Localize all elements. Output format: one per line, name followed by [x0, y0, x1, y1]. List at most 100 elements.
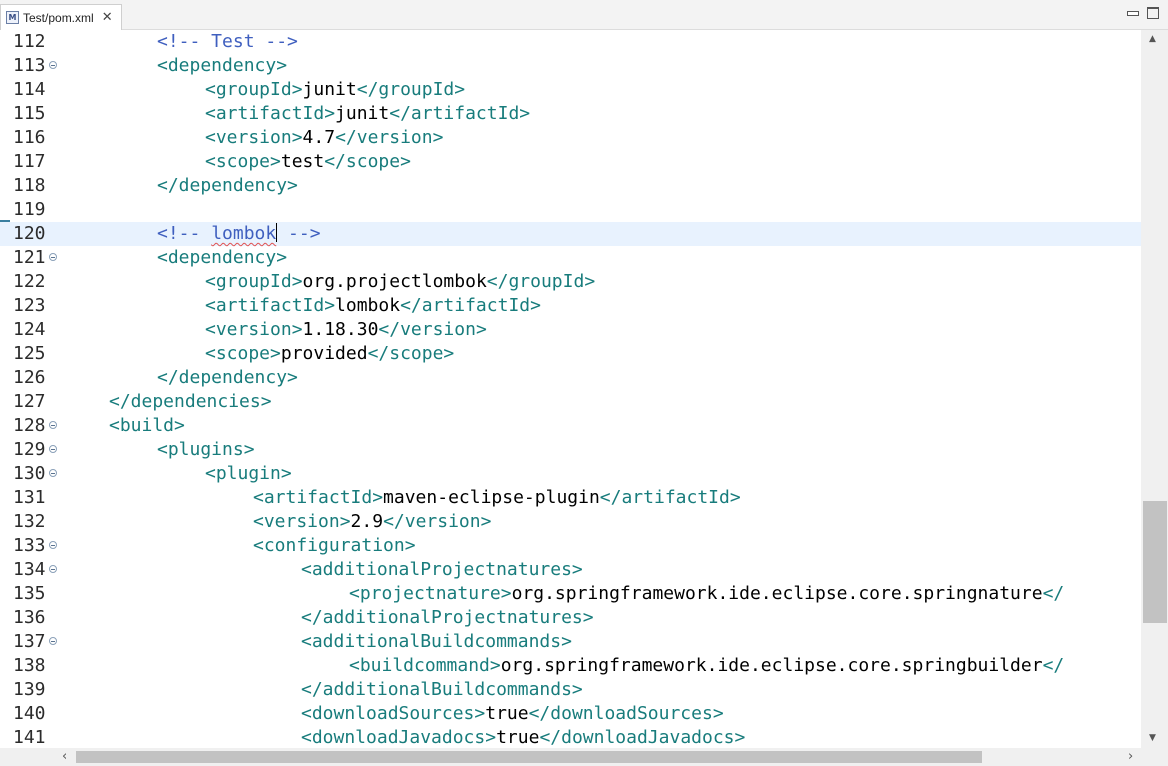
code-line[interactable]: 121 <dependency>: [0, 246, 1141, 270]
code-line[interactable]: 141 <downloadJavadocs>true</downloadJavad…: [0, 726, 1141, 748]
xml-tag: <plugin>: [205, 463, 292, 484]
line-number: 120: [13, 223, 46, 244]
xml-tag: <version>: [253, 511, 351, 532]
code-text: <artifactId>junit</artifactId>: [205, 102, 530, 126]
fold-collapse-icon[interactable]: [49, 253, 57, 261]
line-number: 132: [13, 511, 46, 532]
xml-comment: <!--: [157, 223, 212, 244]
code-line[interactable]: 135 <projectnature>org.springframework.id…: [0, 582, 1141, 606]
code-line[interactable]: 140 <downloadSources>true</downloadSource…: [0, 702, 1141, 726]
xml-value: provided: [280, 343, 368, 364]
xml-value: maven-eclipse-plugin: [383, 487, 600, 508]
xml-tag: <scope>: [205, 151, 281, 172]
xml-tag: <plugins>: [157, 439, 255, 460]
scroll-up-icon[interactable]: ▲: [1149, 34, 1156, 44]
fold-collapse-icon[interactable]: [49, 541, 57, 549]
code-text: <groupId>org.projectlombok</groupId>: [205, 270, 595, 294]
code-line[interactable]: 133 <configuration>: [0, 534, 1141, 558]
close-icon[interactable]: ✕: [102, 11, 113, 24]
code-line[interactable]: 132 <version>2.9</version>: [0, 510, 1141, 534]
xml-tag: <dependency>: [157, 55, 288, 76]
xml-tag: <version>: [205, 127, 303, 148]
code-line[interactable]: 123 <artifactId>lombok</artifactId>: [0, 294, 1141, 318]
code-line[interactable]: 120 <!-- lombok -->: [0, 222, 1141, 246]
line-number: 137: [13, 631, 46, 652]
xml-tag: <artifactId>: [205, 295, 336, 316]
code-line[interactable]: 128 <build>: [0, 414, 1141, 438]
code-text: <version>4.7</version>: [205, 126, 443, 150]
xml-value: true: [485, 703, 529, 724]
horizontal-scrollbar[interactable]: ‹ ›: [0, 748, 1141, 766]
fold-collapse-icon[interactable]: [49, 61, 57, 69]
scroll-down-icon[interactable]: ▼: [1149, 733, 1156, 743]
code-line[interactable]: 126 </dependency>: [0, 366, 1141, 390]
code-line[interactable]: 115 <artifactId>junit</artifactId>: [0, 102, 1141, 126]
vertical-scrollbar[interactable]: ▲ ▼: [1141, 30, 1168, 748]
code-text: <additionalBuildcommands>: [301, 630, 572, 654]
code-text: <projectnature>org.springframework.ide.e…: [349, 582, 1064, 606]
vertical-scroll-thumb[interactable]: [1143, 501, 1167, 623]
code-text: <buildcommand>org.springframework.ide.ec…: [349, 654, 1064, 678]
fold-collapse-icon[interactable]: [49, 637, 57, 645]
line-number: 133: [13, 535, 46, 556]
tab-title: Test/pom.xml: [23, 10, 94, 25]
fold-collapse-icon[interactable]: [49, 469, 57, 477]
xml-tag: </: [1042, 583, 1065, 604]
xml-tag: </: [1042, 655, 1065, 676]
code-line[interactable]: 129 <plugins>: [0, 438, 1141, 462]
code-line[interactable]: 119: [0, 198, 1141, 222]
code-text: <build>: [109, 414, 185, 438]
xml-value: test: [280, 151, 325, 172]
minimize-icon[interactable]: [1126, 6, 1139, 18]
code-line[interactable]: 134 <additionalProjectnatures>: [0, 558, 1141, 582]
code-text: <downloadJavadocs>true</downloadJavadocs…: [301, 726, 745, 748]
code-line[interactable]: 122 <groupId>org.projectlombok</groupId>: [0, 270, 1141, 294]
code-line[interactable]: 131 <artifactId>maven-eclipse-plugin</art…: [0, 486, 1141, 510]
line-number: 138: [13, 655, 46, 676]
horizontal-scroll-thumb[interactable]: [76, 751, 982, 763]
code-line[interactable]: 117 <scope>test</scope>: [0, 150, 1141, 174]
code-line[interactable]: 125 <scope>provided</scope>: [0, 342, 1141, 366]
scroll-left-icon[interactable]: ‹: [62, 749, 67, 764]
xml-value: 1.18.30: [302, 319, 379, 340]
code-line[interactable]: 116 <version>4.7</version>: [0, 126, 1141, 150]
code-text: <artifactId>maven-eclipse-plugin</artifa…: [253, 486, 741, 510]
line-number: 135: [13, 583, 46, 604]
xml-tag: <additionalBuildcommands>: [301, 631, 572, 652]
code-line[interactable]: 138 <buildcommand>org.springframework.ide…: [0, 654, 1141, 678]
line-number: 124: [13, 319, 46, 340]
code-line[interactable]: 139 </additionalBuildcommands>: [0, 678, 1141, 702]
maximize-icon[interactable]: [1147, 6, 1159, 19]
xml-tag: </artifactId>: [389, 103, 531, 124]
xml-tag: <groupId>: [205, 79, 303, 100]
code-text: <plugin>: [205, 462, 292, 486]
code-line[interactable]: 137 <additionalBuildcommands>: [0, 630, 1141, 654]
code-line[interactable]: 124 <version>1.18.30</version>: [0, 318, 1141, 342]
code-text: <groupId>junit</groupId>: [205, 78, 465, 102]
code-line[interactable]: 112 <!-- Test -->: [0, 30, 1141, 54]
xml-value: org.springframework.ide.eclipse.core.spr…: [500, 655, 1043, 676]
code-line[interactable]: 136 </additionalProjectnatures>: [0, 606, 1141, 630]
code-text: <plugins>: [157, 438, 255, 462]
code-line[interactable]: 127 </dependencies>: [0, 390, 1141, 414]
tab-pom-xml[interactable]: M Test/pom.xml ✕: [0, 4, 122, 30]
code-text: </additionalProjectnatures>: [301, 606, 594, 630]
xml-tag: </downloadSources>: [528, 703, 724, 724]
scroll-right-icon[interactable]: ›: [1128, 749, 1133, 764]
code-line[interactable]: 113 <dependency>: [0, 54, 1141, 78]
fold-collapse-icon[interactable]: [49, 445, 57, 453]
xml-value: org.projectlombok: [302, 271, 487, 292]
code-editor[interactable]: 112 <!-- Test --> 113 <dependency> 114 <group…: [0, 30, 1141, 748]
code-line[interactable]: 118 </dependency>: [0, 174, 1141, 198]
code-line[interactable]: 130 <plugin>: [0, 462, 1141, 486]
fold-collapse-icon[interactable]: [49, 421, 57, 429]
code-text: <dependency>: [157, 246, 287, 270]
code-line[interactable]: 114 <groupId>junit</groupId>: [0, 78, 1141, 102]
xml-tag: <dependency>: [157, 247, 288, 268]
line-number: 115: [13, 103, 46, 124]
xml-tag: <artifactId>: [253, 487, 384, 508]
fold-collapse-icon[interactable]: [49, 565, 57, 573]
xml-value: junit: [335, 103, 390, 124]
line-number: 113: [13, 55, 46, 76]
xml-tag: <artifactId>: [205, 103, 336, 124]
